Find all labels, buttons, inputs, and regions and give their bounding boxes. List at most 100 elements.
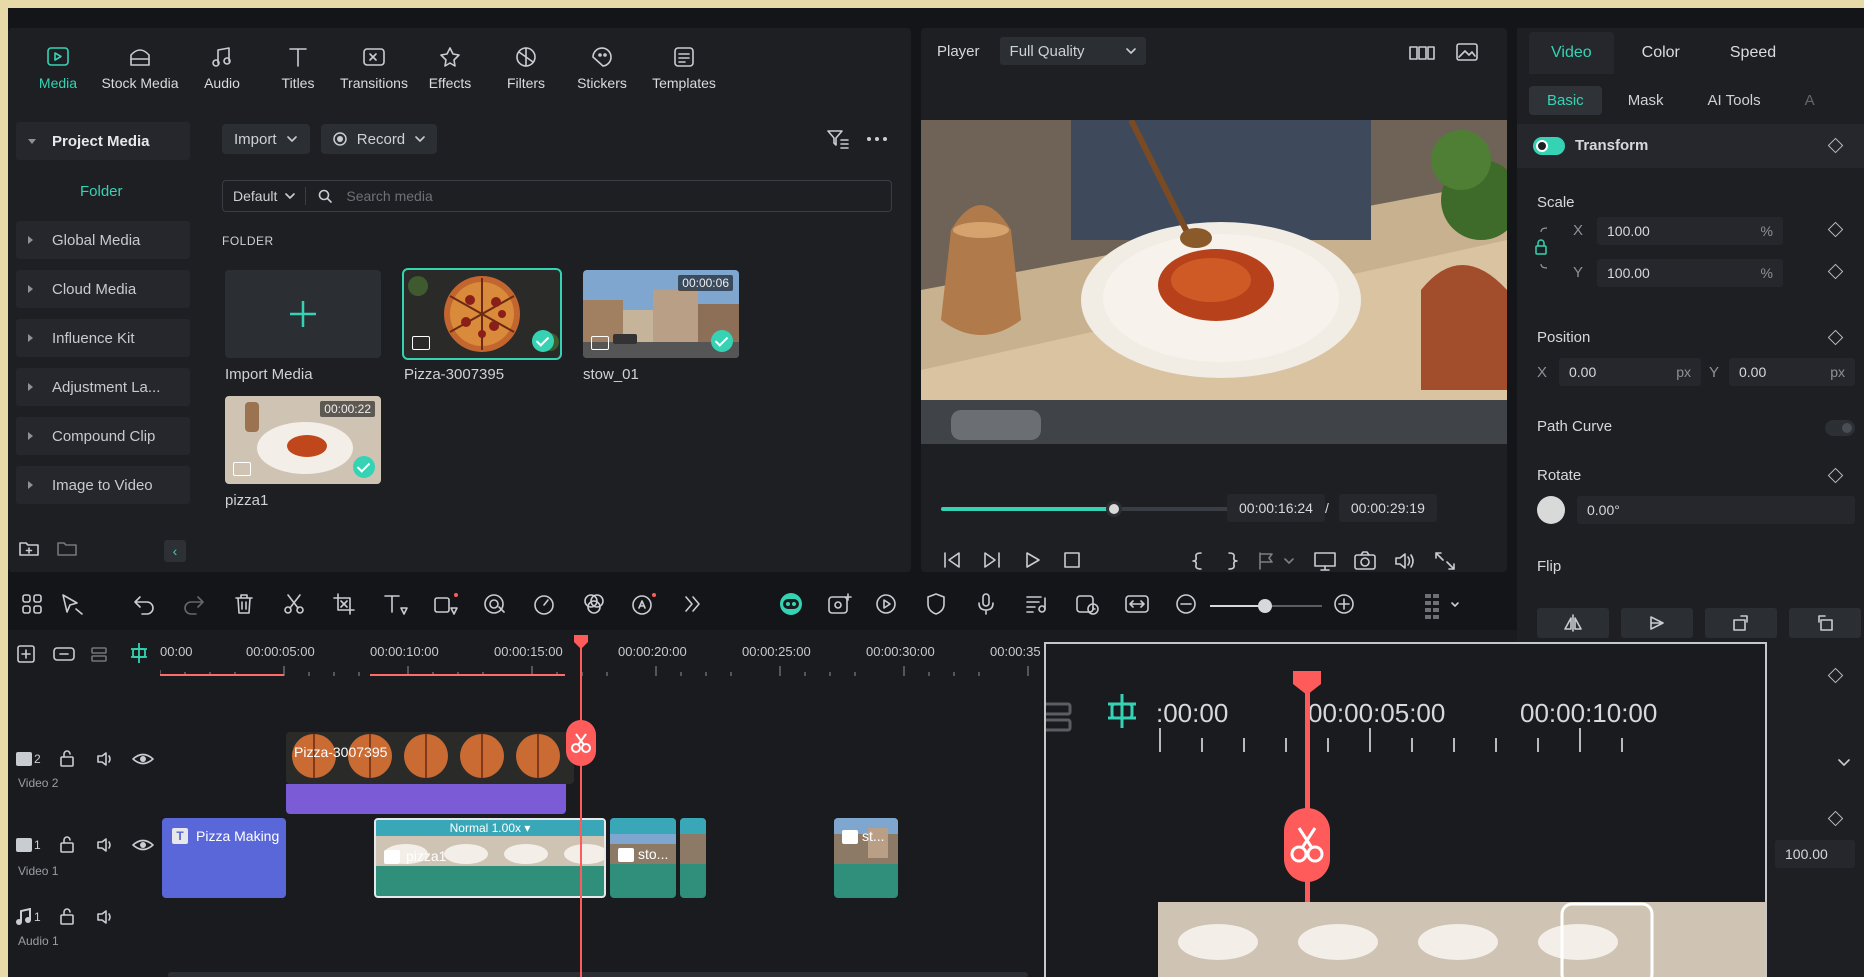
scale-x-input[interactable]: 100.00% [1597,217,1783,245]
clip-stow-01-end[interactable]: st... [834,818,898,898]
record-button[interactable]: Record [321,124,437,154]
sidebar-item-project-media[interactable]: Project Media [16,122,190,160]
keyframe-icon[interactable] [1827,667,1844,684]
playhead-handle[interactable] [573,634,589,650]
media-tile-pizza1[interactable]: 00:00:22 pizza1 [225,396,381,509]
snapshot-view-icon[interactable] [1455,42,1479,62]
stop-icon[interactable] [1061,550,1083,570]
scale-y-input[interactable]: 100.00% [1597,259,1783,287]
keyframe-icon[interactable] [1827,263,1844,280]
path-curve-toggle[interactable] [1825,420,1855,436]
keyframe-icon[interactable] [1827,810,1844,827]
text-tool-icon[interactable] [382,592,410,616]
clip-segment[interactable] [680,818,706,898]
tab-templates[interactable]: Templates [642,28,726,108]
new-folder-icon[interactable] [18,538,40,558]
sidebar-item-image-to-video[interactable]: Image to Video [16,466,190,504]
rotate-right-button[interactable] [1705,608,1777,638]
subtab-more[interactable]: A [1787,86,1833,115]
tab-audio[interactable]: Audio [186,28,258,108]
flip-vertical-button[interactable] [1621,608,1693,638]
ai-tool-icon[interactable] [630,592,658,616]
zoom-slider[interactable] [1210,599,1322,613]
tab-stock-media[interactable]: Stock Media [98,28,182,108]
more-icon[interactable] [866,136,888,142]
subtab-basic[interactable]: Basic [1529,86,1602,115]
grid-options-icon[interactable] [1422,592,1462,620]
value-input[interactable]: 100.00 [1775,840,1855,868]
transform-toggle[interactable] [1533,137,1565,155]
mark-out-icon[interactable] [1223,551,1241,571]
import-button[interactable]: Import [222,124,310,154]
position-y-input[interactable]: 0.00 px [1729,358,1855,386]
timeline-ruler[interactable]: 00:00 00:00:05:00 00:00:10:00 00:00:15:0… [160,636,1041,676]
lock-icon[interactable] [58,908,78,926]
fit-width-icon[interactable] [1124,592,1150,616]
next-frame-icon[interactable] [981,550,1003,570]
volume-icon[interactable] [96,908,118,926]
clip-pizza-3007395-bar[interactable] [286,784,566,814]
clip-pizza-making-title[interactable]: T Pizza Making [162,818,286,898]
playhead[interactable] [580,636,582,977]
search-input[interactable]: Search media [332,188,432,204]
sidebar-item-global-media[interactable]: Global Media [16,221,190,259]
snap-icon[interactable] [128,642,150,664]
color-match-icon[interactable] [582,592,606,616]
select-tool-icon[interactable] [58,592,86,616]
volume-icon[interactable] [96,836,118,854]
volume-icon[interactable] [96,750,118,768]
crop-icon[interactable] [332,592,356,616]
flip-horizontal-button[interactable] [1537,608,1609,638]
play-icon[interactable] [1021,550,1043,570]
marker-dropdown-icon[interactable] [1257,551,1297,571]
media-tile-stow-01[interactable]: 00:00:06 stow_01 [583,270,739,383]
zoom-out-icon[interactable] [1174,592,1198,616]
camera-icon[interactable] [1353,550,1377,572]
zoom-slider-knob[interactable] [1258,599,1272,613]
zoom-in-icon[interactable] [1332,592,1356,616]
tab-media[interactable]: Media [22,28,94,108]
video-preview[interactable] [921,120,1507,444]
sidebar-item-influence-kit[interactable]: Influence Kit [16,319,190,357]
lock-icon[interactable] [58,836,78,854]
shape-tool-icon[interactable] [432,592,460,616]
tab-filters[interactable]: Filters [490,28,562,108]
fullscreen-icon[interactable] [1433,550,1457,572]
clip-pizza-3007395[interactable]: Pizza-3007395 [286,732,574,784]
subtab-mask[interactable]: Mask [1610,86,1682,115]
sort-dropdown[interactable]: Default [223,187,307,205]
lock-ratio-icon[interactable] [1533,224,1555,272]
collapse-sidebar-button[interactable]: ‹ [164,540,186,562]
grid-view-icon[interactable] [1409,44,1435,62]
keyframe-icon[interactable] [1827,221,1844,238]
sidebar-item-adjustment-layer[interactable]: Adjustment La... [16,368,190,406]
filter-sort-icon[interactable] [826,128,850,150]
tab-color[interactable]: Color [1620,32,1702,74]
rotate-input[interactable]: 0.00° [1577,496,1855,524]
undo-icon[interactable] [132,592,156,616]
progress-knob[interactable] [1106,501,1123,517]
import-media-tile[interactable]: Import Media [225,270,381,383]
tab-effects[interactable]: Effects [414,28,486,108]
layout-icon[interactable] [20,592,44,616]
speed-icon[interactable] [532,592,556,616]
keyframe-icon[interactable] [1827,467,1844,484]
quality-dropdown[interactable]: Full Quality [999,37,1146,65]
split-button[interactable] [566,720,596,766]
delete-icon[interactable] [232,592,256,616]
add-track-icon[interactable] [16,644,40,664]
rotate-dial[interactable] [1537,496,1565,524]
clip-stow-01[interactable]: sto... [610,818,676,898]
sidebar-item-cloud-media[interactable]: Cloud Media [16,270,190,308]
eye-icon[interactable] [132,836,154,854]
split-scissors-icon[interactable] [282,592,306,616]
mark-in-icon[interactable] [1189,551,1207,571]
keyframe-icon[interactable] [1827,329,1844,346]
shield-icon[interactable] [924,592,948,616]
timeline-scrollbar[interactable] [168,972,1028,977]
eye-icon[interactable] [132,750,154,768]
playback-progress-bar[interactable] [941,501,1245,517]
prev-frame-icon[interactable] [941,550,963,570]
tab-titles[interactable]: Titles [262,28,334,108]
sidebar-item-compound-clip[interactable]: Compound Clip [16,417,190,455]
